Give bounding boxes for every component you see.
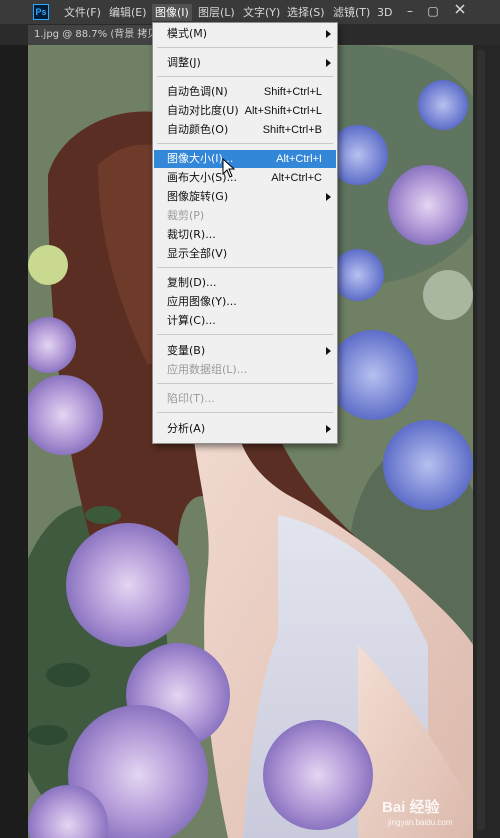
photoshop-logo-icon: Ps bbox=[33, 4, 49, 20]
restore-icon[interactable]: ▢ bbox=[425, 3, 441, 19]
baidu-jingyan-watermark: Bai 经验 jingyan.baidu.com bbox=[382, 792, 482, 832]
menu-image[interactable]: 图像(I) bbox=[152, 4, 192, 21]
menu-item-trap: 陷印(T)... bbox=[154, 390, 336, 408]
submenu-arrow-icon bbox=[326, 193, 331, 201]
minimize-icon[interactable]: – bbox=[402, 3, 418, 19]
menu-edit[interactable]: 编辑(E) bbox=[106, 4, 150, 21]
menu-item-canvas-size[interactable]: 画布大小(S)... Alt+Ctrl+C bbox=[154, 169, 336, 187]
menu-type[interactable]: 文字(Y) bbox=[240, 4, 283, 21]
close-icon[interactable] bbox=[452, 3, 468, 19]
menu-item-mode[interactable]: 模式(M) bbox=[154, 25, 336, 43]
menu-file[interactable]: 文件(F) bbox=[61, 4, 104, 21]
menu-item-shortcut: Alt+Shift+Ctrl+L bbox=[244, 105, 322, 117]
menu-item-label: 调整(J) bbox=[167, 56, 201, 69]
image-menu-dropdown: 模式(M) 调整(J) 自动色调(N) Shift+Ctrl+L 自动对比度(U… bbox=[152, 22, 338, 444]
menu-item-shortcut: Alt+Ctrl+C bbox=[271, 172, 322, 184]
menu-item-label: 裁切(R)... bbox=[167, 228, 216, 241]
menu-item-label: 分析(A) bbox=[167, 422, 206, 435]
menu-separator bbox=[157, 383, 333, 384]
tools-panel-edge bbox=[0, 45, 28, 838]
submenu-arrow-icon bbox=[326, 30, 331, 38]
menu-item-crop: 裁剪(P) bbox=[154, 207, 336, 225]
menu-item-auto-contrast[interactable]: 自动对比度(U) Alt+Shift+Ctrl+L bbox=[154, 102, 336, 120]
menu-item-label: 裁剪(P) bbox=[167, 209, 205, 222]
menu-item-label: 显示全部(V) bbox=[167, 247, 228, 260]
menu-item-shortcut: Shift+Ctrl+B bbox=[262, 124, 322, 136]
menu-filter[interactable]: 滤镜(T) bbox=[330, 4, 373, 21]
menu-item-duplicate[interactable]: 复制(D)... bbox=[154, 274, 336, 292]
menu-item-adjustments[interactable]: 调整(J) bbox=[154, 54, 336, 72]
menu-item-label: 复制(D)... bbox=[167, 276, 217, 289]
menu-item-shortcut: Shift+Ctrl+L bbox=[263, 86, 322, 98]
watermark-main-text: Bai 经验 bbox=[382, 799, 440, 816]
menu-item-apply-image[interactable]: 应用图像(Y)... bbox=[154, 293, 336, 311]
menu-item-label: 自动对比度(U) bbox=[167, 104, 239, 117]
menu-item-label: 陷印(T)... bbox=[167, 392, 215, 405]
watermark-url-text: jingyan.baidu.com bbox=[388, 818, 453, 827]
menu-item-auto-color[interactable]: 自动颜色(O) Shift+Ctrl+B bbox=[154, 121, 336, 139]
menu-item-image-size[interactable]: 图像大小(I)... Alt+Ctrl+I bbox=[154, 150, 336, 168]
submenu-arrow-icon bbox=[326, 347, 331, 355]
menu-separator bbox=[157, 267, 333, 268]
vertical-scrollbar[interactable] bbox=[477, 50, 485, 830]
menu-separator bbox=[157, 143, 333, 144]
menu-item-label: 应用图像(Y)... bbox=[167, 295, 237, 308]
submenu-arrow-icon bbox=[326, 425, 331, 433]
document-tab[interactable]: 1.jpg @ 88.7% (背景 拷贝 bbox=[28, 25, 152, 45]
menu-item-variables[interactable]: 变量(B) bbox=[154, 342, 336, 360]
menu-item-label: 模式(M) bbox=[167, 27, 208, 40]
menu-item-label: 变量(B) bbox=[167, 344, 206, 357]
menu-item-analysis[interactable]: 分析(A) bbox=[154, 420, 336, 438]
menu-item-label: 自动颜色(O) bbox=[167, 123, 229, 136]
menu-3d[interactable]: 3D bbox=[374, 4, 395, 21]
menu-separator bbox=[157, 47, 333, 48]
menu-separator bbox=[157, 76, 333, 77]
menu-item-label: 计算(C)... bbox=[167, 314, 216, 327]
menu-item-label: 自动色调(N) bbox=[167, 85, 228, 98]
menu-item-shortcut: Alt+Ctrl+I bbox=[276, 153, 322, 165]
menu-item-image-rotation[interactable]: 图像旋转(G) bbox=[154, 188, 336, 206]
menu-item-reveal-all[interactable]: 显示全部(V) bbox=[154, 245, 336, 263]
menu-item-calculations[interactable]: 计算(C)... bbox=[154, 312, 336, 330]
submenu-arrow-icon bbox=[326, 59, 331, 67]
mouse-pointer-icon bbox=[222, 158, 236, 178]
menu-separator bbox=[157, 334, 333, 335]
menu-item-trim[interactable]: 裁切(R)... bbox=[154, 226, 336, 244]
menu-select[interactable]: 选择(S) bbox=[284, 4, 328, 21]
menu-layer[interactable]: 图层(L) bbox=[195, 4, 238, 21]
menu-item-auto-tone[interactable]: 自动色调(N) Shift+Ctrl+L bbox=[154, 83, 336, 101]
menu-item-label: 图像旋转(G) bbox=[167, 190, 229, 203]
menu-item-apply-data-set: 应用数据组(L)... bbox=[154, 361, 336, 379]
menu-item-label: 应用数据组(L)... bbox=[167, 363, 248, 376]
menu-separator bbox=[157, 412, 333, 413]
